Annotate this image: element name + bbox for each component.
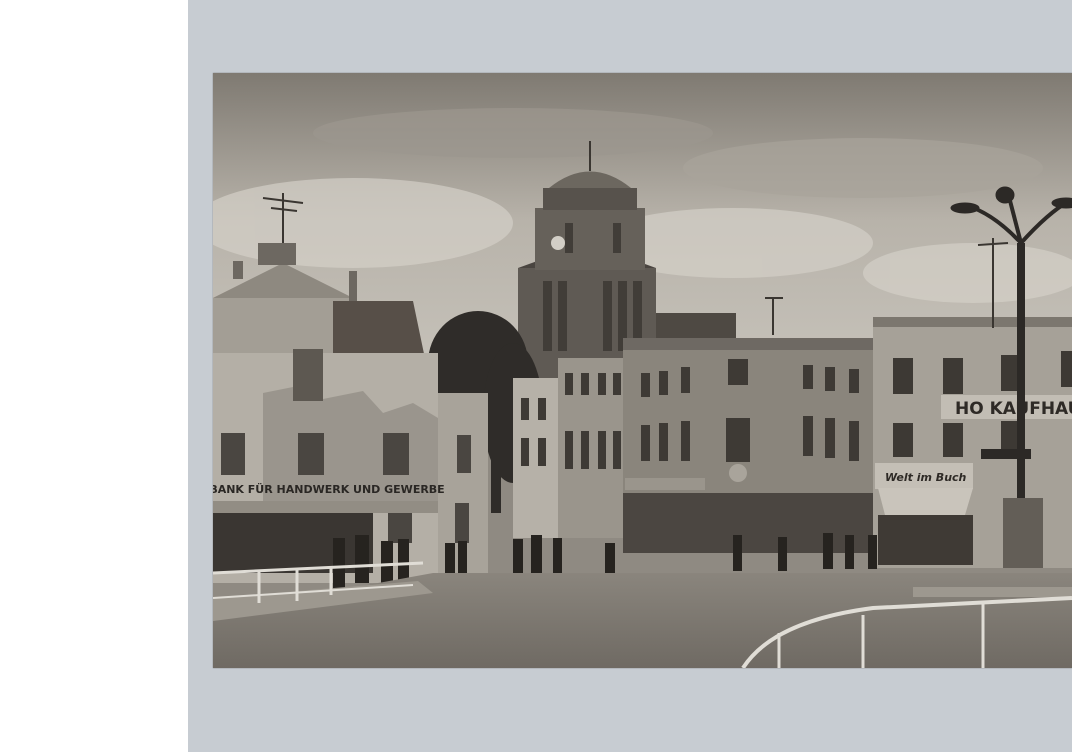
bank-sign: BANK FÜR HANDWERK UND GEWERBE xyxy=(213,482,445,496)
scan-left-margin xyxy=(0,0,188,752)
square-curb xyxy=(913,587,1072,597)
town-square-scene: BANK FÜR HANDWERK UND GEWERBE HO KAUFHA … xyxy=(213,73,1072,668)
department-store-sign: HO KAUFHAUS xyxy=(955,399,1072,419)
postcard-photo: BANK FÜR HANDWERK UND GEWERBE HO KAUFHA … xyxy=(213,73,1072,668)
shop-script-sign: Welt im Buch xyxy=(885,471,967,484)
middle-buildings xyxy=(513,338,873,553)
